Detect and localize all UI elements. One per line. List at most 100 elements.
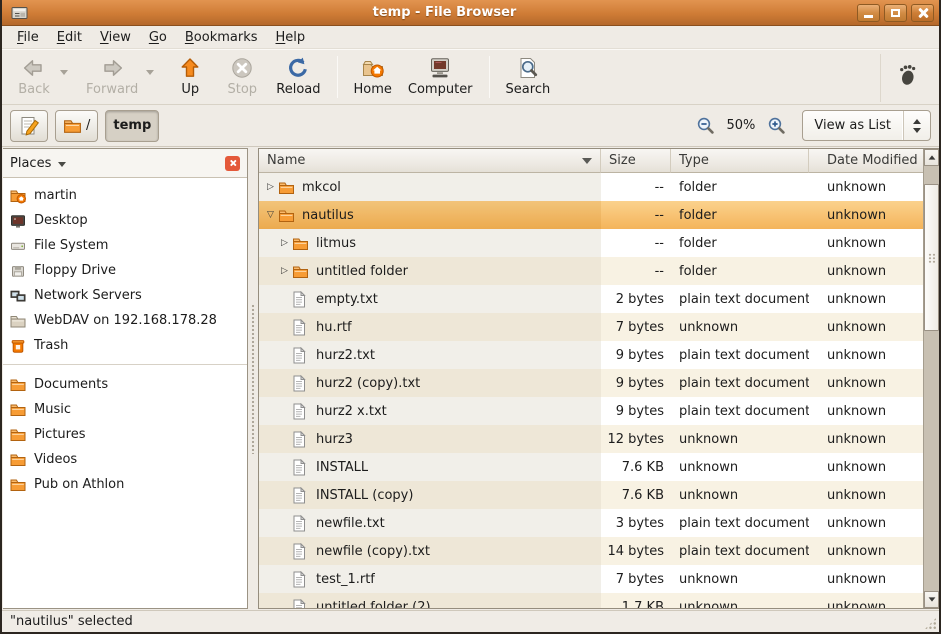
toolbar-separator [337, 56, 338, 98]
edit-location-button[interactable] [10, 110, 48, 142]
file-size-cell: 7.6 KB [601, 453, 671, 481]
file-row[interactable]: ▷mkcol--folderunknown [259, 173, 923, 201]
file-row[interactable]: newfile.txt3 bytesplain text documentunk… [259, 509, 923, 537]
computer-icon [428, 56, 452, 80]
path-button-temp[interactable]: temp [105, 110, 159, 142]
menu-help[interactable]: Help [267, 27, 315, 48]
column-header-type[interactable]: Type [671, 149, 809, 173]
sidebar-item-trash[interactable]: Trash [3, 333, 247, 358]
arrow-down-icon [928, 597, 935, 601]
open-folder-icon [63, 118, 82, 134]
file-row[interactable]: INSTALL (copy)7.6 KBunknownunknown [259, 481, 923, 509]
vertical-scrollbar[interactable] [923, 149, 939, 608]
sidebar-item-desktop[interactable]: Desktop [3, 208, 247, 233]
titlebar[interactable]: temp - File Browser [2, 0, 939, 26]
sidebar-item-videos[interactable]: Videos [3, 447, 247, 472]
search-icon [516, 56, 540, 80]
file-type-cell: unknown [671, 481, 809, 509]
forward-history-caret-icon[interactable] [146, 70, 154, 75]
close-button[interactable] [911, 4, 934, 22]
root-path-button[interactable]: / [55, 110, 98, 142]
file-name-cell: empty.txt [259, 285, 601, 313]
menu-view[interactable]: View [91, 27, 140, 48]
sidebar-item-webdav-on-192-168-178-28[interactable]: WebDAV on 192.168.178.28 [3, 308, 247, 333]
computer-button[interactable]: Computer [400, 54, 481, 99]
file-date-cell: unknown [809, 369, 923, 397]
sidebar-item-file-system[interactable]: File System [3, 233, 247, 258]
sidebar-close-button[interactable] [225, 156, 240, 171]
file-system-label: File System [34, 238, 108, 253]
file-icon [292, 375, 310, 392]
arrow-up-icon [928, 155, 935, 159]
file-row[interactable]: ▽nautilus--folderunknown [259, 201, 923, 229]
zoom-out-icon[interactable] [696, 116, 715, 135]
file-row[interactable]: test_1.rtf7 bytesunknownunknown [259, 565, 923, 593]
sidebar-item-pub-on-athlon[interactable]: Pub on Athlon [3, 472, 247, 497]
expander-right-icon[interactable]: ▷ [263, 182, 278, 192]
file-name-cell: untitled folder (2) [259, 593, 601, 608]
file-rows: ▷mkcol--folderunknown▽nautilus--folderun… [259, 173, 923, 608]
file-name-cell: ▷untitled folder [259, 257, 601, 285]
forward-button[interactable]: Forward [78, 54, 146, 99]
reload-button[interactable]: Reload [268, 54, 328, 99]
stop-button[interactable]: Stop [216, 54, 268, 99]
back-history-caret-icon[interactable] [60, 70, 68, 75]
maximize-button[interactable] [884, 4, 907, 22]
scroll-up-button[interactable] [924, 149, 939, 166]
sidebar-item-music[interactable]: Music [3, 397, 247, 422]
path-label: temp [113, 118, 151, 133]
sidebar-pane-selector[interactable]: Places [3, 149, 247, 178]
menu-edit[interactable]: Edit [48, 27, 91, 48]
sidebar-item-documents[interactable]: Documents [3, 372, 247, 397]
forward-icon [100, 56, 124, 80]
expander-right-icon[interactable]: ▷ [277, 266, 292, 276]
menu-go[interactable]: Go [140, 27, 176, 48]
home-button[interactable]: Home [346, 54, 400, 99]
file-row[interactable]: ▷untitled folder--folderunknown [259, 257, 923, 285]
column-header-date-modified[interactable]: Date Modified [809, 149, 923, 173]
toolbar: Back Forward UpStopReload HomeComputer Searc… [2, 49, 939, 105]
file-row[interactable]: hurz2.txt9 bytesplain text documentunkno… [259, 341, 923, 369]
sidebar-item-network-servers[interactable]: Network Servers [3, 283, 247, 308]
scrollbar-thumb[interactable] [924, 184, 939, 331]
file-row[interactable]: ▷litmus--folderunknown [259, 229, 923, 257]
file-row[interactable]: newfile (copy).txt14 bytesplain text doc… [259, 537, 923, 565]
folder-icon [278, 180, 296, 195]
file-row[interactable]: INSTALL7.6 KBunknownunknown [259, 453, 923, 481]
file-row[interactable]: hu.rtf7 bytesunknownunknown [259, 313, 923, 341]
sidebar-item-floppy-drive[interactable]: Floppy Drive [3, 258, 247, 283]
back-button[interactable]: Back [8, 54, 60, 99]
column-header-name[interactable]: Name [259, 149, 601, 173]
search-button[interactable]: Search [498, 54, 559, 99]
file-name-cell: test_1.rtf [259, 565, 601, 593]
up-button[interactable]: Up [164, 54, 216, 99]
file-name-cell: ▷litmus [259, 229, 601, 257]
webdav-on-192-168-178-28-label: WebDAV on 192.168.178.28 [34, 313, 217, 328]
zoom-in-icon[interactable] [767, 116, 786, 135]
file-date-cell: unknown [809, 425, 923, 453]
menu-bookmarks[interactable]: Bookmarks [176, 27, 267, 48]
scroll-down-button[interactable] [924, 591, 939, 608]
file-name-label: untitled folder (2) [316, 600, 431, 609]
file-date-cell: unknown [809, 285, 923, 313]
file-type-cell: unknown [671, 425, 809, 453]
expander-down-icon[interactable]: ▽ [263, 210, 278, 220]
minimize-button[interactable] [857, 4, 880, 22]
scrollbar-track[interactable] [924, 166, 939, 591]
pane-splitter[interactable] [248, 147, 258, 610]
search-label: Search [506, 82, 551, 97]
view-selector[interactable]: View as List [802, 110, 931, 141]
file-row[interactable]: untitled folder (2)1.7 KBunknownunknown [259, 593, 923, 608]
file-row[interactable]: hurz2 (copy).txt9 bytesplain text docume… [259, 369, 923, 397]
sidebar-item-pictures[interactable]: Pictures [3, 422, 247, 447]
resize-grip[interactable] [924, 617, 937, 630]
expander-right-icon[interactable]: ▷ [277, 238, 292, 248]
file-row[interactable]: empty.txt2 bytesplain text documentunkno… [259, 285, 923, 313]
sidebar-item-martin[interactable]: martin [3, 183, 247, 208]
file-row[interactable]: hurz2 x.txt9 bytesplain text documentunk… [259, 397, 923, 425]
column-header-size[interactable]: Size [601, 149, 671, 173]
file-type-cell: plain text document [671, 537, 809, 565]
file-row[interactable]: hurz312 bytesunknownunknown [259, 425, 923, 453]
menu-file[interactable]: File [8, 27, 48, 48]
file-size-cell: 9 bytes [601, 397, 671, 425]
